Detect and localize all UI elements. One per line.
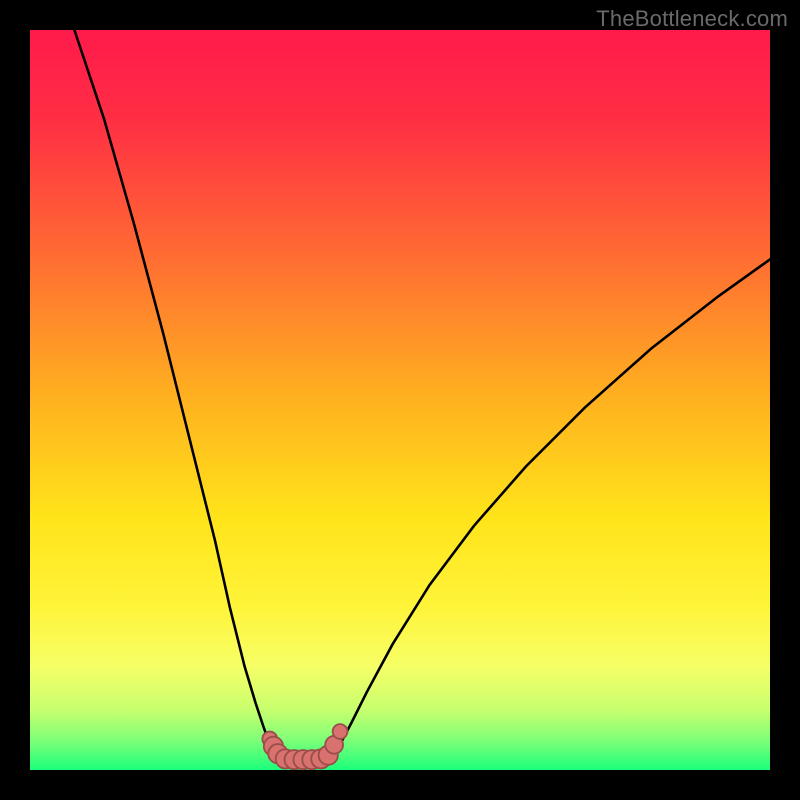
trough-markers (262, 724, 347, 769)
left-curve (74, 30, 280, 758)
watermark-text: TheBottleneck.com (596, 6, 788, 32)
outer-frame: TheBottleneck.com (0, 0, 800, 800)
right-curve (330, 259, 770, 758)
plot-area (30, 30, 770, 770)
curve-layer (30, 30, 770, 770)
trough-marker (333, 724, 348, 739)
